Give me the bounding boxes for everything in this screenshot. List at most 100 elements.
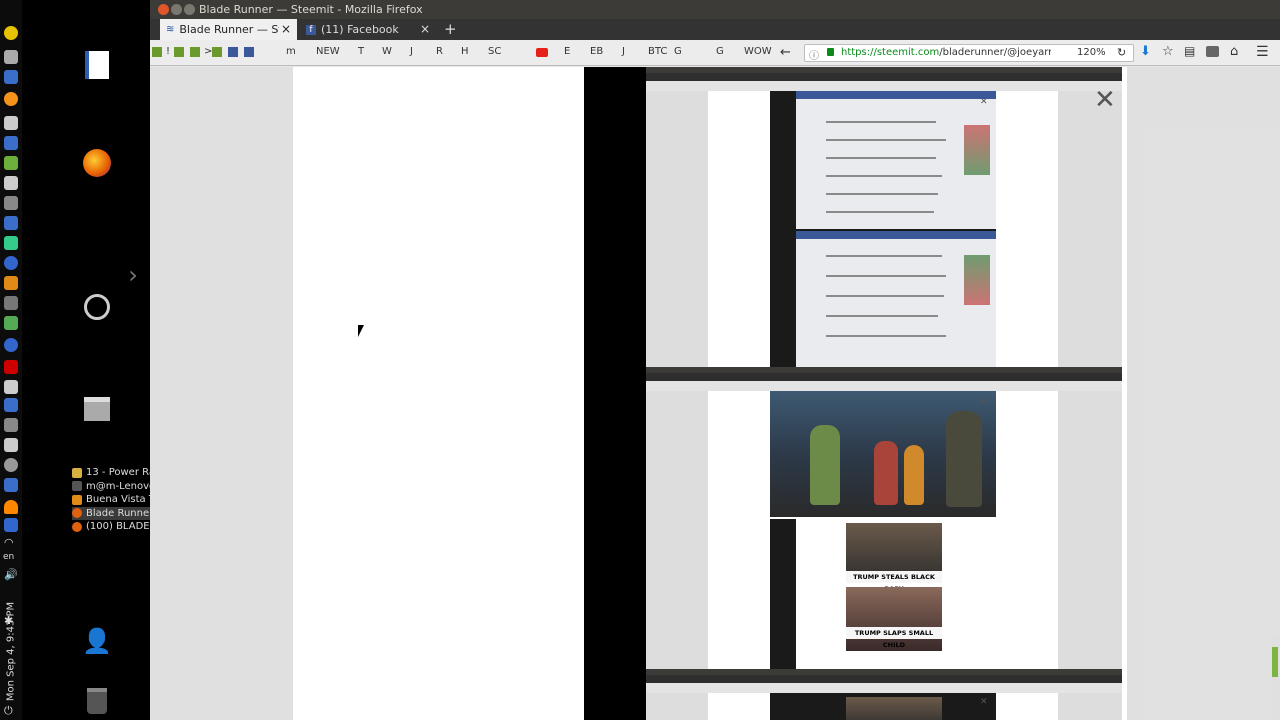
app-icon[interactable] (4, 398, 18, 412)
vlc-icon[interactable] (4, 500, 18, 514)
power-icon[interactable]: ⏻ (4, 704, 18, 718)
app-icon[interactable] (4, 70, 18, 84)
folder-icon[interactable] (174, 47, 184, 57)
bookmark[interactable]: R (436, 46, 443, 57)
bookmark[interactable]: ! (166, 46, 170, 57)
bookmark[interactable]: H (461, 46, 469, 57)
library-icon[interactable]: ▤ (1184, 44, 1195, 58)
text-line (826, 295, 944, 297)
minimize-window-button[interactable] (171, 4, 182, 15)
text-line (826, 275, 946, 277)
app-icon[interactable] (4, 478, 18, 492)
app-icon[interactable] (4, 136, 18, 150)
lightbox-image[interactable]: ✕ TRUMP STEALS BLACK TRUMP SLAPS SMALL C… (584, 67, 1122, 720)
bookmark[interactable]: E (564, 46, 570, 57)
app-icon[interactable] (4, 380, 18, 394)
app-icon[interactable] (4, 156, 18, 170)
bookmark[interactable]: BTC (648, 46, 667, 57)
nested-screenshot (770, 693, 996, 720)
app-icon[interactable] (4, 256, 18, 270)
app-icon[interactable] (4, 338, 18, 352)
bookmark[interactable]: T (358, 46, 364, 57)
maximize-window-button[interactable] (184, 4, 195, 15)
facebook-page (796, 91, 996, 229)
info-icon[interactable]: ⓘ (809, 47, 819, 62)
close-lightbox-button[interactable]: ✕ (1094, 85, 1116, 115)
clock[interactable]: Mon Sep 4, 9:43 PM (1, 600, 21, 708)
app-icon[interactable] (4, 196, 18, 210)
tab-facebook[interactable]: f (11) Facebook × (300, 19, 436, 40)
home-icon[interactable]: ⌂ (1230, 44, 1238, 59)
app-icon[interactable] (4, 116, 18, 130)
sidebar-avatars (964, 255, 990, 305)
bookmark[interactable]: m (286, 46, 296, 57)
volume-icon[interactable]: 🔊 (4, 568, 18, 582)
folder-icon[interactable] (212, 47, 222, 57)
user-icon[interactable]: 👤 (82, 626, 112, 656)
app-icon[interactable] (4, 518, 18, 532)
bookmark[interactable]: J (622, 46, 625, 57)
mini-page-side (1058, 91, 1122, 367)
app-icon[interactable] (4, 176, 18, 190)
app-icon[interactable] (4, 50, 18, 64)
app-icon[interactable] (4, 418, 18, 432)
bitcoin-icon[interactable] (4, 92, 18, 106)
mouse-cursor (358, 325, 364, 337)
page-content: ✕ TRUMP STEALS BLACK TRUMP SLAPS SMALL C… (150, 67, 1280, 720)
facebook-page (796, 231, 996, 367)
bookmark-star-icon[interactable]: ☆ (1162, 44, 1174, 59)
keyboard-language[interactable]: en (3, 552, 14, 562)
app-icon[interactable] (4, 236, 18, 250)
character-figure (810, 425, 840, 505)
folder-icon[interactable] (152, 47, 162, 57)
bookmark[interactable]: G (716, 46, 724, 57)
youtube-icon[interactable] (536, 48, 548, 57)
close-tab-icon[interactable]: × (281, 22, 291, 36)
cartoon-still (770, 391, 996, 517)
app-icon[interactable] (4, 26, 18, 40)
firefox-icon[interactable] (82, 148, 112, 178)
facebook-icon[interactable] (244, 47, 254, 57)
reload-icon[interactable]: ↻ (1117, 46, 1126, 59)
ubuntu-icon[interactable] (82, 292, 112, 322)
app-icon[interactable] (4, 276, 18, 290)
next-arrow-icon[interactable]: › (118, 260, 148, 290)
sidebar-avatars (964, 125, 990, 175)
new-tab-button[interactable]: + (444, 20, 457, 38)
vlc-icon (72, 494, 82, 505)
app-icon[interactable] (4, 216, 18, 230)
bookmark[interactable]: G (674, 46, 682, 57)
facebook-icon[interactable] (228, 47, 238, 57)
app-icon[interactable] (4, 316, 18, 330)
bookmark[interactable]: W (382, 46, 392, 57)
title-bar[interactable]: Blade Runner — Steemit - Mozilla Firefox (150, 0, 1280, 19)
youtube-toolbar-icon[interactable] (1206, 46, 1219, 57)
document-icon[interactable] (82, 50, 112, 80)
trash-icon[interactable] (82, 686, 112, 716)
bookmark[interactable]: J (410, 46, 413, 57)
folder-icon[interactable] (190, 47, 200, 57)
download-icon[interactable]: ⬇ (1140, 44, 1151, 59)
mini-page-side (646, 91, 708, 367)
filezilla-icon[interactable] (4, 360, 18, 374)
bookmark[interactable]: NEW (316, 46, 340, 57)
close-window-button[interactable] (158, 4, 169, 15)
back-arrow-icon[interactable]: ← (780, 45, 791, 60)
terminal-icon (72, 481, 82, 492)
mini-page: TRUMP STEALS BLACK BABY TRUMP SLAPS SMAL… (646, 391, 1122, 669)
tab-steemit[interactable]: ≋ Blade Runner — Steemit × (160, 19, 297, 40)
app-icon[interactable] (4, 458, 18, 472)
bookmark[interactable]: SC (488, 46, 501, 57)
zoom-level[interactable]: 120% (1077, 47, 1106, 58)
app-icon[interactable] (4, 296, 18, 310)
url-bar[interactable]: ⓘ https://steemit.com/bladerunner/@joeya… (804, 44, 1134, 62)
bookmark[interactable]: EB (590, 46, 603, 57)
bookmark[interactable]: WOW (744, 46, 772, 57)
menu-icon[interactable]: ☰ (1256, 44, 1269, 60)
archive-icon[interactable] (82, 394, 112, 424)
wifi-icon[interactable]: ◠ (4, 536, 18, 550)
app-icon[interactable] (4, 438, 18, 452)
meme-image: TRUMP STEALS BLACK BABY (846, 523, 942, 593)
right-scrollbar[interactable] (1272, 647, 1278, 677)
close-tab-icon[interactable]: × (420, 22, 430, 36)
